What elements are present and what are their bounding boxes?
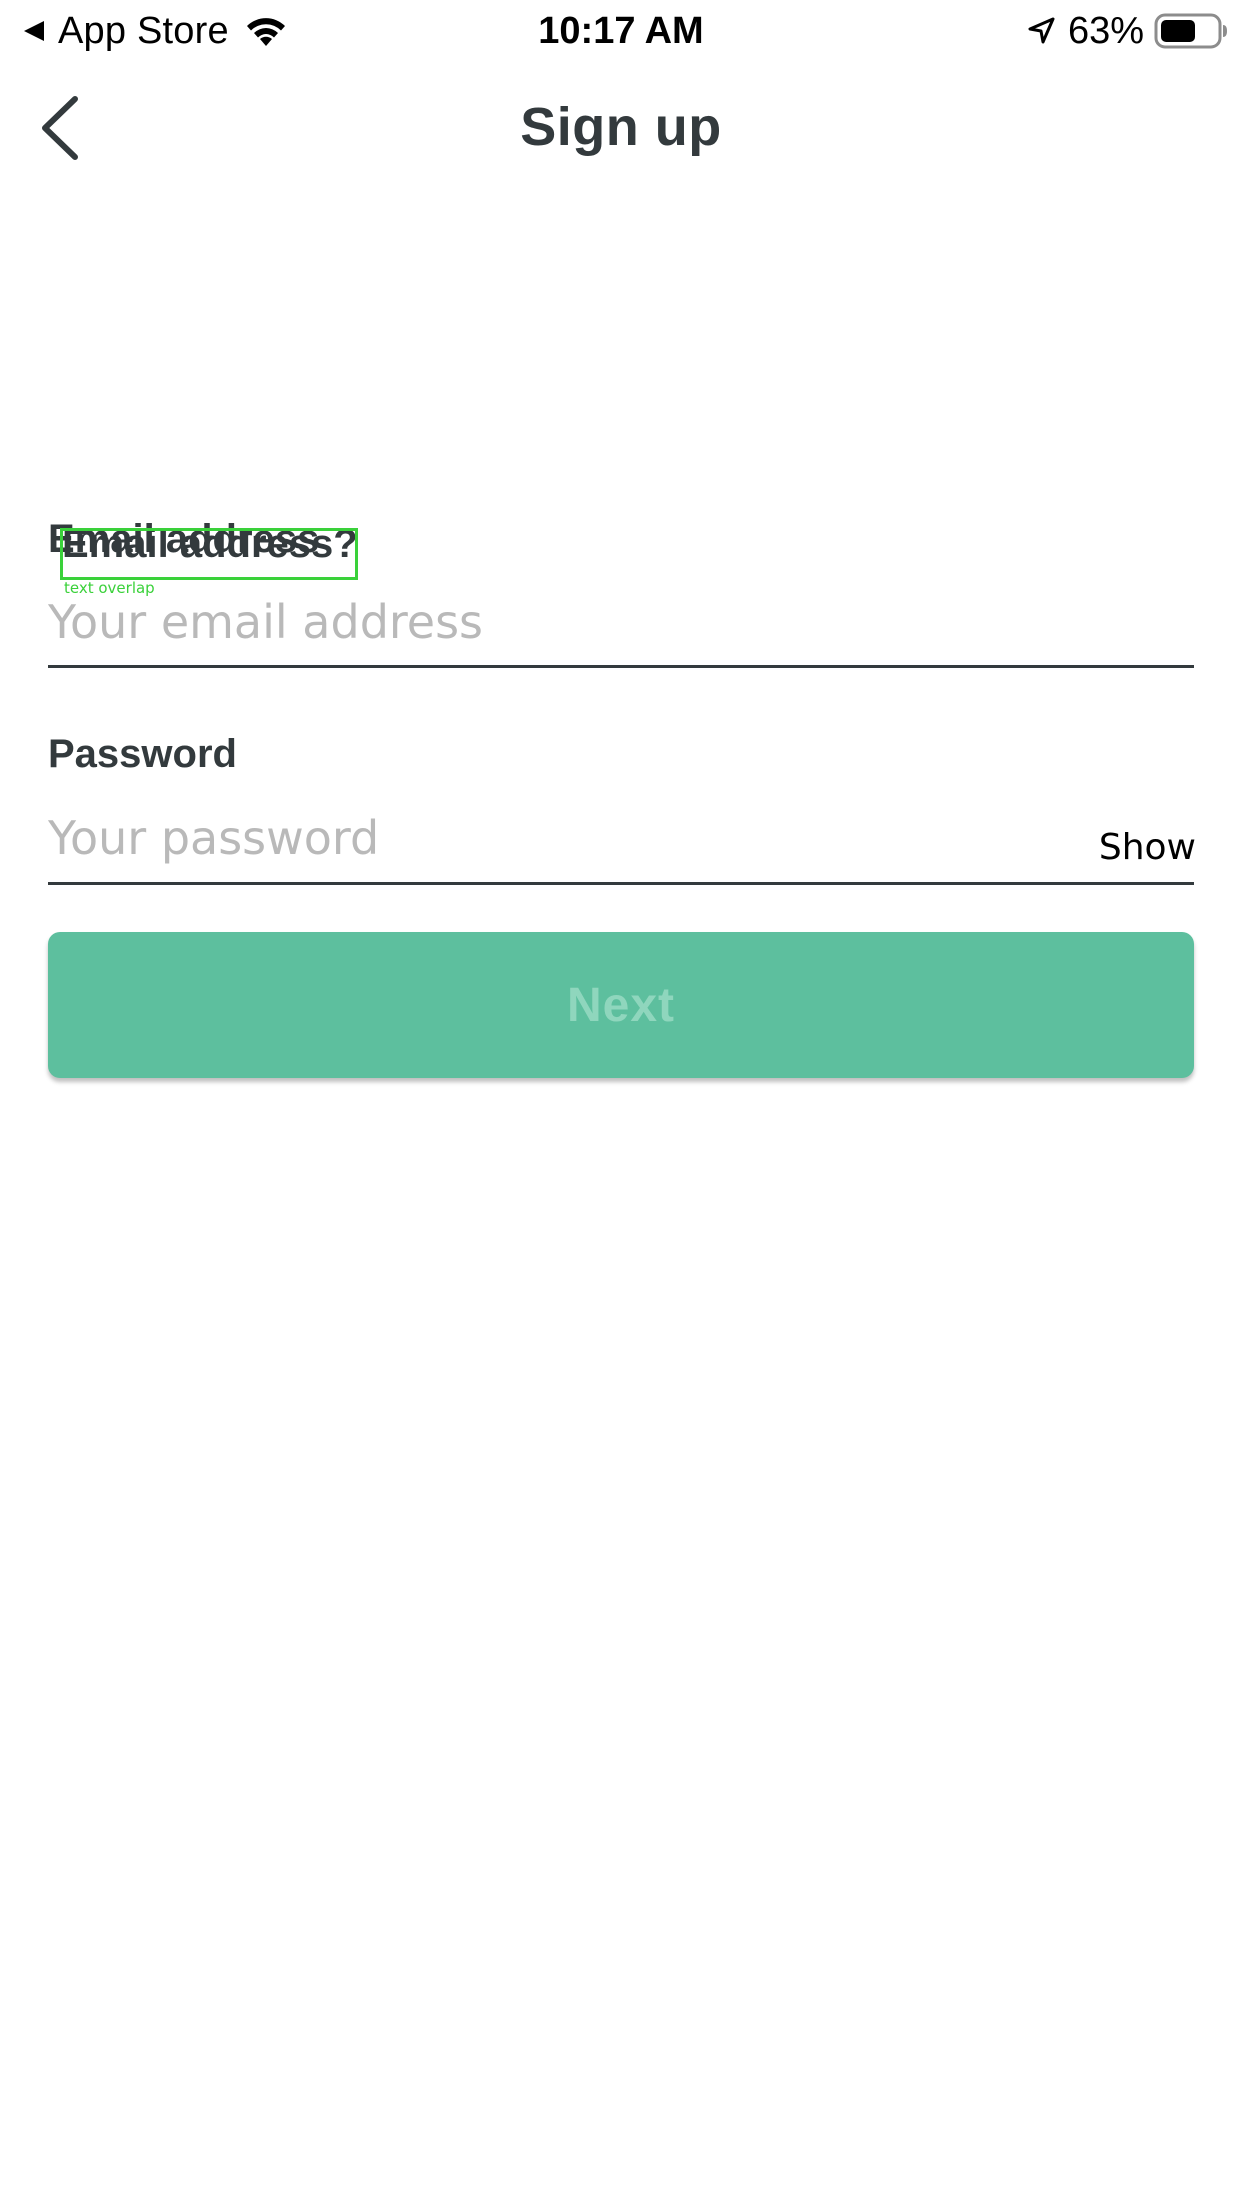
next-button[interactable]: Next xyxy=(48,932,1194,1078)
email-underline xyxy=(48,665,1194,668)
status-bar: App Store 10:17 AM 63% xyxy=(0,0,1242,62)
show-password-toggle[interactable]: Show xyxy=(1099,826,1196,870)
battery-percent: 63% xyxy=(1067,9,1144,52)
location-arrow-icon xyxy=(1028,17,1055,44)
page-title: Sign up xyxy=(520,97,722,157)
status-right: 63% xyxy=(1026,8,1228,54)
battery-icon xyxy=(1154,13,1227,49)
password-input[interactable] xyxy=(48,808,1068,868)
password-underline xyxy=(48,882,1194,885)
password-label: Password xyxy=(48,732,237,776)
overlap-debug-box xyxy=(60,528,358,580)
email-input[interactable] xyxy=(48,592,1194,652)
